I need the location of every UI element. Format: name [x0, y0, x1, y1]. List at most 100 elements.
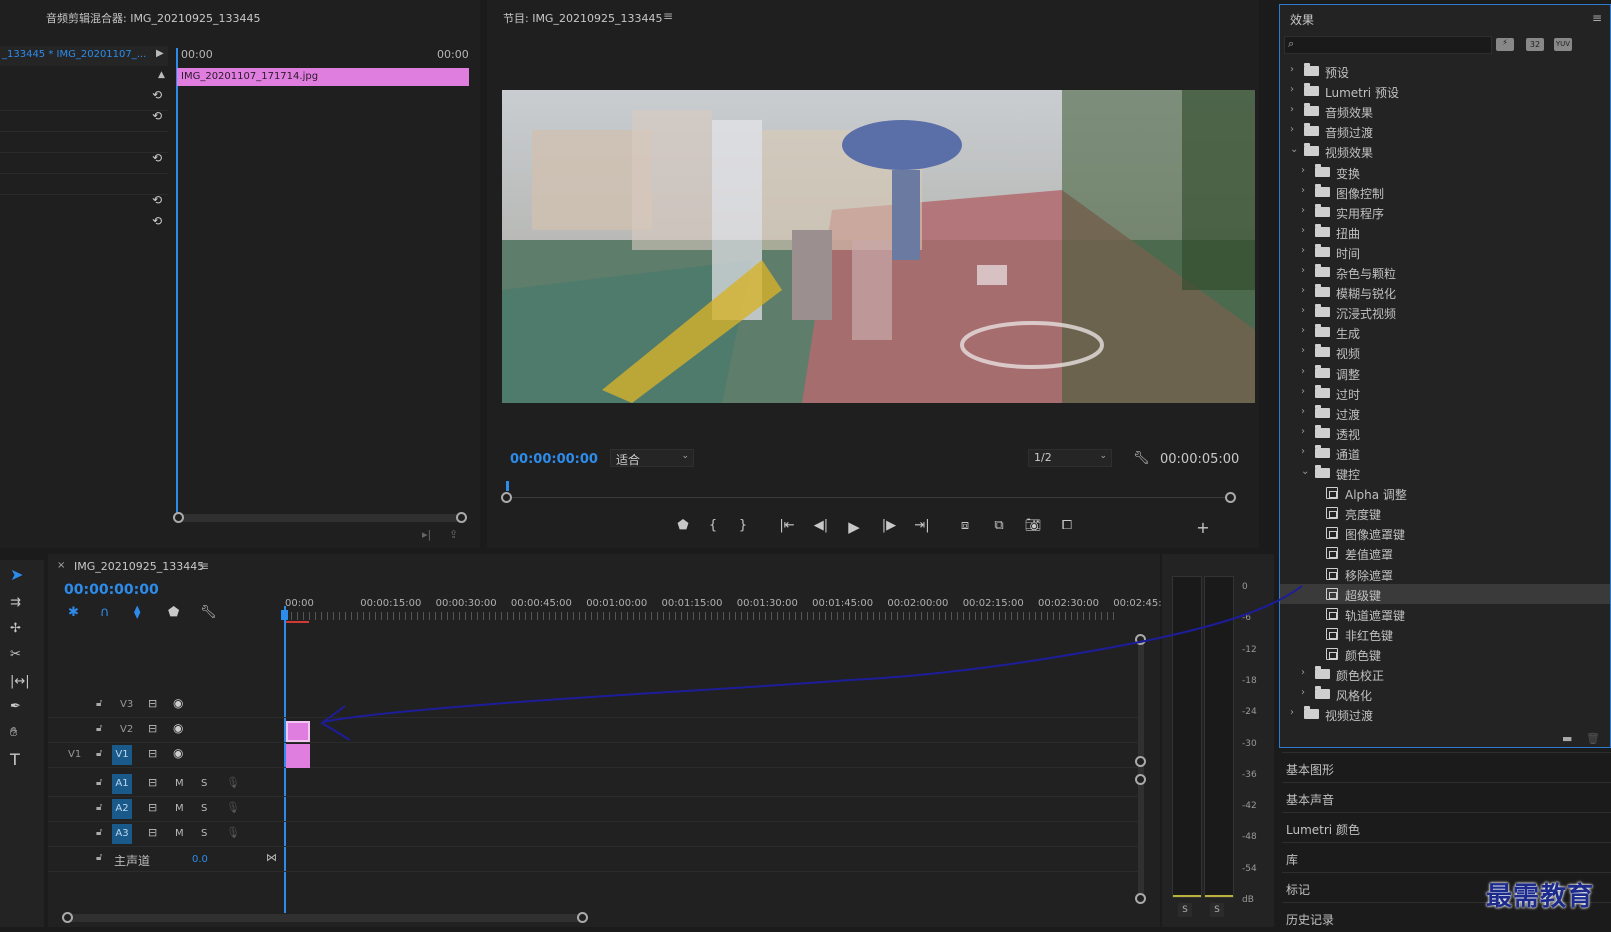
chevron-right-icon[interactable]: ›: [1301, 386, 1311, 397]
chevron-right-icon[interactable]: ›: [1301, 265, 1311, 276]
ripple-edit-tool-icon[interactable]: ✢: [10, 622, 21, 636]
share-icon[interactable]: ⇪: [449, 528, 458, 541]
razor-tool-icon[interactable]: ✂: [10, 648, 21, 662]
effect-item[interactable]: 差值遮罩: [1280, 543, 1610, 563]
effect-item[interactable]: 非红色键: [1280, 624, 1610, 644]
program-title[interactable]: 节目: IMG_20210925_133445: [503, 10, 662, 26]
chevron-right-icon[interactable]: ›: [1290, 64, 1300, 75]
effect-item[interactable]: 轨道遮罩键: [1280, 604, 1610, 624]
effects-folder[interactable]: › 音频过渡: [1280, 121, 1610, 141]
wrench-icon[interactable]: 🔧︎: [200, 606, 217, 620]
effect-item[interactable]: 亮度键: [1280, 503, 1610, 523]
reset-icon[interactable]: ⟲: [152, 88, 162, 102]
effect-item[interactable]: 图像遮罩键: [1280, 523, 1610, 543]
toggle-sync-icon[interactable]: ⊟: [148, 722, 157, 735]
fit-dropdown[interactable]: 适合 ⌄: [610, 449, 694, 467]
chevron-right-icon[interactable]: ›: [1301, 305, 1311, 316]
play-arrow-icon[interactable]: ▶: [156, 48, 164, 59]
mark-in-icon[interactable]: {: [703, 518, 723, 533]
mute-button[interactable]: M: [175, 803, 184, 814]
chevron-right-icon[interactable]: ›: [1301, 667, 1311, 678]
extract-icon[interactable]: ⧉: [989, 518, 1009, 533]
add-marker-icon[interactable]: ⬟: [673, 518, 693, 533]
mixer-playhead[interactable]: [176, 48, 178, 516]
chevron-right-icon[interactable]: ›: [1301, 687, 1311, 698]
track-a3-label[interactable]: A3: [112, 824, 132, 844]
mute-button[interactable]: M: [175, 778, 184, 789]
chevron-right-icon[interactable]: ›: [1301, 225, 1311, 236]
camera-icon[interactable]: 📷︎: [1023, 518, 1043, 533]
solo-button[interactable]: S: [201, 803, 207, 814]
effects-folder[interactable]: › 视频: [1280, 342, 1610, 362]
chevron-right-icon[interactable]: ›: [1301, 345, 1311, 356]
chevron-right-icon[interactable]: ›: [1301, 165, 1311, 176]
program-timecode[interactable]: 00:00:00:00: [510, 452, 598, 467]
effect-item[interactable]: Alpha 调整: [1280, 483, 1610, 503]
solo-button[interactable]: S: [201, 828, 207, 839]
bowtie-icon[interactable]: ⋈: [266, 851, 277, 864]
timeline-title[interactable]: IMG_20210925_133445: [74, 560, 204, 573]
effects-folder[interactable]: ⌄ 视频效果: [1280, 141, 1610, 161]
solo-left-button[interactable]: S: [1178, 903, 1192, 917]
go-to-in-icon[interactable]: |⇤: [777, 518, 797, 533]
chevron-right-icon[interactable]: ›: [1301, 325, 1311, 336]
track-a1-label[interactable]: A1: [112, 774, 132, 794]
collapse-up-icon[interactable]: ▲: [158, 70, 165, 80]
lock-icon[interactable]: 🔓︎: [96, 723, 102, 734]
chevron-right-icon[interactable]: ›: [1301, 185, 1311, 196]
panel-menu-icon[interactable]: ≡: [1592, 11, 1602, 25]
new-folder-icon[interactable]: ▬: [1562, 732, 1572, 745]
yuv-effects-icon[interactable]: YUV: [1554, 38, 1572, 51]
32bit-effects-icon[interactable]: 32: [1526, 38, 1544, 51]
effects-folder[interactable]: › 音频效果: [1280, 101, 1610, 121]
toggle-sync-icon[interactable]: ⊟: [148, 801, 157, 814]
track-v2-label[interactable]: V2: [120, 724, 133, 735]
effect-item[interactable]: 移除遮罩: [1280, 564, 1610, 584]
video-frame[interactable]: [502, 90, 1255, 403]
effects-folder[interactable]: › 通道: [1280, 443, 1610, 463]
effects-folder[interactable]: › 扭曲: [1280, 222, 1610, 242]
resolution-dropdown[interactable]: 1/2 ⌄: [1028, 449, 1112, 467]
clip-v2[interactable]: [286, 721, 310, 742]
plus-icon[interactable]: +: [1193, 518, 1213, 537]
effects-folder[interactable]: › 图像控制: [1280, 182, 1610, 202]
effects-folder[interactable]: › 过渡: [1280, 403, 1610, 423]
chevron-right-icon[interactable]: ›: [1290, 707, 1300, 718]
solo-button[interactable]: S: [201, 778, 207, 789]
type-tool-icon[interactable]: T: [10, 752, 20, 768]
effects-folder[interactable]: › 预设: [1280, 61, 1610, 81]
effects-folder[interactable]: › 风格化: [1280, 684, 1610, 704]
chevron-right-icon[interactable]: ›: [1301, 285, 1311, 296]
chevron-right-icon[interactable]: ›: [1301, 205, 1311, 216]
effects-search-input[interactable]: ⌕: [1284, 36, 1492, 54]
step-forward-icon[interactable]: |▶: [879, 518, 899, 533]
track-v1-label[interactable]: V1: [112, 745, 132, 765]
delete-icon[interactable]: 🗑︎: [1586, 732, 1600, 745]
playhead-handle[interactable]: [281, 610, 288, 620]
microphone-icon[interactable]: 🎙︎: [226, 826, 240, 839]
play-icon[interactable]: ▶: [844, 518, 864, 536]
effect-item[interactable]: 颜色键: [1280, 644, 1610, 664]
panel-tab[interactable]: Lumetri 颜色: [1282, 812, 1611, 842]
lock-icon[interactable]: 🔓︎: [96, 698, 102, 709]
solo-right-button[interactable]: S: [1210, 903, 1224, 917]
pen-tool-icon[interactable]: ✒: [10, 700, 21, 714]
mark-out-icon[interactable]: }: [733, 518, 753, 533]
mute-button[interactable]: M: [175, 828, 184, 839]
chevron-right-icon[interactable]: ›: [1301, 426, 1311, 437]
lock-icon[interactable]: 🔓︎: [96, 748, 102, 759]
chevron-right-icon[interactable]: ›: [1290, 84, 1300, 95]
snap-icon[interactable]: ∩: [100, 606, 110, 620]
mixer-scrollbar[interactable]: [173, 512, 467, 523]
eye-icon[interactable]: ◉: [173, 696, 183, 710]
track-a2-label[interactable]: A2: [112, 799, 132, 819]
eye-icon[interactable]: ◉: [173, 746, 183, 760]
export-icon[interactable]: ▸|: [422, 528, 431, 541]
effects-folder[interactable]: › 沉浸式视频: [1280, 302, 1610, 322]
chevron-right-icon[interactable]: ›: [1290, 104, 1300, 115]
program-scrubber[interactable]: [501, 481, 1236, 503]
effects-folder[interactable]: ⌄ 键控: [1280, 463, 1610, 483]
effects-folder[interactable]: › 颜色校正: [1280, 664, 1610, 684]
effects-title[interactable]: 效果: [1290, 11, 1314, 28]
panel-tab[interactable]: 基本图形: [1282, 752, 1611, 782]
